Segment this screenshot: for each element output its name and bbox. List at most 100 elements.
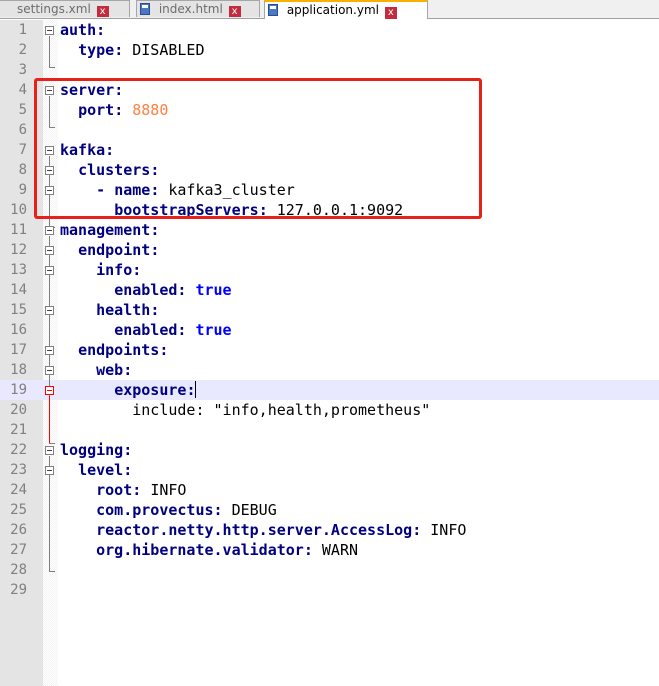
yaml-value: DEBUG [231, 501, 277, 519]
line-number: 22 [10, 442, 27, 458]
line-number: 27 [10, 542, 27, 558]
line-number: 20 [10, 402, 27, 418]
line-number: 11 [10, 222, 27, 238]
line-number: 10 [10, 202, 27, 218]
yaml-key: com.provectus [96, 501, 214, 519]
line-number: 5 [18, 102, 27, 118]
file-icon [140, 3, 150, 15]
line-number: 1 [18, 22, 27, 38]
code-line: reactor.netty.http.server.AccessLog: INF… [96, 521, 467, 539]
line-number: 21 [10, 422, 27, 438]
code-line: auth: [60, 21, 106, 39]
fold-toggle-icon[interactable] [45, 346, 54, 355]
yaml-value: DISABLED [132, 41, 205, 59]
fold-toggle-icon[interactable] [45, 266, 54, 275]
yaml-key: level [78, 461, 124, 479]
line-number: 14 [10, 282, 27, 298]
line-number: 9 [18, 182, 27, 198]
fold-toggle-icon[interactable] [45, 246, 54, 255]
line-number: 23 [10, 462, 27, 478]
yaml-boolean: true [195, 321, 232, 339]
tab-label: settings.xml [17, 2, 91, 16]
annotation-highlight-box [34, 78, 482, 219]
line-number: 6 [18, 122, 27, 138]
fold-end [49, 67, 55, 68]
yaml-key: include [132, 401, 196, 419]
code-line: management: [60, 221, 160, 239]
line-number: 4 [18, 82, 27, 98]
code-line: logging: [60, 441, 133, 459]
yaml-boolean: true [195, 281, 232, 299]
yaml-key: org.hibernate.validator [96, 541, 304, 559]
fold-toggle-icon[interactable] [45, 306, 54, 315]
fold-guide-active [49, 396, 50, 443]
yaml-key: reactor.netty.http.server.AccessLog [96, 521, 413, 539]
yaml-value: "info,health,prometheus" [213, 401, 431, 419]
tab-settings-xml[interactable]: settings.xml x [0, 0, 130, 17]
fold-toggle-icon[interactable] [45, 226, 54, 235]
tab-label: index.html [158, 2, 223, 16]
line-number: 13 [10, 262, 27, 278]
code-line: web: [96, 361, 133, 379]
line-number: 16 [10, 322, 27, 338]
line-number: 29 [10, 582, 27, 598]
line-number: 24 [10, 482, 27, 498]
code-line: org.hibernate.validator: WARN [96, 541, 359, 559]
yaml-key: logging [60, 441, 124, 459]
line-number: 3 [18, 62, 27, 78]
fold-end [49, 443, 55, 444]
code-line: root: INFO [96, 481, 187, 499]
code-line: enabled: true [114, 281, 232, 299]
fold-toggle-icon[interactable] [45, 366, 54, 375]
close-tab-icon[interactable]: x [228, 6, 241, 17]
yaml-value: INFO [430, 521, 467, 539]
line-number: 17 [10, 342, 27, 358]
yaml-key: info [96, 261, 133, 279]
line-number: 18 [10, 362, 27, 378]
code-line: type: DISABLED [78, 41, 205, 59]
line-number: 15 [10, 302, 27, 318]
file-icon [268, 4, 278, 16]
fold-end [49, 571, 55, 572]
yaml-key: enabled [114, 281, 178, 299]
code-line: exposure: [114, 381, 197, 399]
text-cursor [195, 381, 197, 398]
yaml-key: root [96, 481, 133, 499]
code-line: enabled: true [114, 321, 232, 339]
yaml-key: web [96, 361, 124, 379]
fold-guide [49, 36, 50, 67]
line-number: 25 [10, 502, 27, 518]
fold-toggle-icon[interactable] [45, 26, 54, 35]
yaml-key: endpoints [78, 341, 160, 359]
fold-toggle-icon[interactable] [45, 386, 54, 395]
line-number: 7 [18, 142, 27, 158]
code-line: endpoint: [78, 241, 160, 259]
line-number: 28 [10, 562, 27, 578]
close-tab-icon[interactable]: x [384, 7, 397, 19]
yaml-value: INFO [150, 481, 187, 499]
fold-toggle-icon[interactable] [45, 466, 54, 475]
close-tab-icon[interactable]: x [96, 6, 109, 17]
tab-label: application.yml [286, 3, 379, 17]
code-line: com.provectus: DEBUG [96, 501, 277, 519]
line-number: 2 [18, 42, 27, 58]
code-line: level: [78, 461, 133, 479]
yaml-key: auth [60, 21, 97, 39]
fold-toggle-icon[interactable] [45, 446, 54, 455]
tab-bar: settings.xml x index.html x application.… [0, 0, 659, 19]
code-line: endpoints: [78, 341, 169, 359]
yaml-key: enabled [114, 321, 178, 339]
line-number: 8 [18, 162, 27, 178]
code-line: info: [96, 261, 142, 279]
line-number: 26 [10, 522, 27, 538]
code-line: health: [96, 301, 160, 319]
line-number: 19 [10, 382, 27, 398]
tab-application-yml[interactable]: application.yml x [264, 0, 428, 19]
line-number: 12 [10, 242, 27, 258]
yaml-key: health [96, 301, 151, 319]
yaml-key: exposure [114, 381, 187, 399]
tab-index-html[interactable]: index.html x [136, 0, 260, 17]
yaml-key: management [60, 221, 151, 239]
yaml-value: WARN [321, 541, 359, 559]
code-line: include: "info,health,prometheus" [132, 401, 431, 419]
